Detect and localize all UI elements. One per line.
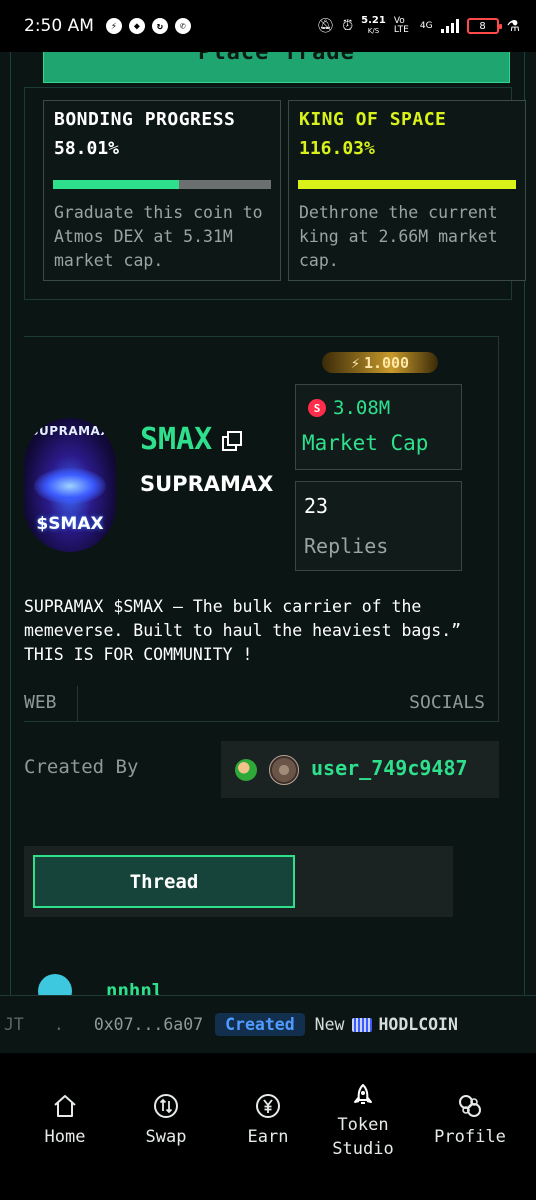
nav-profile[interactable]: Profile bbox=[420, 1093, 520, 1147]
token-image-car-glow bbox=[34, 468, 106, 504]
market-cap-label: Market Cap bbox=[302, 431, 429, 455]
market-cap-box: S 3.08M Market Cap bbox=[295, 384, 462, 470]
nav-studio-label-1: Token bbox=[337, 1115, 389, 1135]
ticker-coin-icon bbox=[352, 1017, 373, 1032]
alarm-icon: ⏰︎ bbox=[342, 18, 354, 34]
replies-count: 23 bbox=[304, 494, 329, 518]
replies-box: 23 Replies bbox=[295, 481, 462, 571]
token-name: SUPRAMAX bbox=[140, 472, 274, 496]
status-time: 2:50 AM bbox=[24, 16, 94, 36]
nav-earn[interactable]: Earn bbox=[218, 1093, 318, 1147]
bonding-percent: 58.01% bbox=[54, 138, 120, 159]
token-page: Place Trade BONDING PROGRESS 58.01% Grad… bbox=[0, 52, 536, 1000]
ticker-separator: . bbox=[53, 1015, 64, 1034]
nav-home-label: Home bbox=[44, 1127, 86, 1147]
battery-icon: 8 bbox=[466, 18, 502, 34]
king-progress-bar bbox=[298, 180, 516, 189]
activity-ticker: JT . 0x07...6a07 Created New HODLCOIN bbox=[0, 995, 536, 1053]
supra-coin-icon: S bbox=[308, 399, 326, 417]
app-cube-icon: ◆ bbox=[128, 18, 145, 34]
home-icon bbox=[54, 1095, 76, 1117]
token-image-title: SUPRAMAX bbox=[29, 424, 111, 438]
notification-icons: ⚡ ◆ ↻ ✆ bbox=[105, 18, 191, 34]
nav-swap[interactable]: Swap bbox=[116, 1093, 216, 1147]
nav-swap-label: Swap bbox=[145, 1127, 187, 1147]
nav-earn-label: Earn bbox=[247, 1127, 289, 1147]
lab-icon: ⚗ bbox=[506, 17, 520, 35]
creator-chip[interactable]: user_749c9487 bbox=[221, 741, 499, 798]
ticker-coin-name[interactable]: HODLCOIN bbox=[378, 1015, 457, 1034]
socials-link[interactable]: SOCIALS bbox=[409, 692, 485, 713]
ticker-fragment: JT bbox=[4, 1015, 24, 1034]
creator-rank-badge-icon bbox=[269, 755, 299, 785]
ticker-address[interactable]: 0x07...6a07 bbox=[94, 1015, 203, 1034]
network-speed: 5.21 K/S bbox=[361, 15, 386, 36]
replies-label: Replies bbox=[304, 534, 389, 558]
lightning-icon: ⚡ bbox=[350, 353, 360, 372]
king-title: KING OF SPACE bbox=[299, 109, 447, 130]
system-indicators: 🔕︎ ⏰︎ 5.21 K/S Vo LTE 4G 8 ⚗ bbox=[316, 16, 520, 36]
king-progress-fill bbox=[298, 180, 516, 189]
nav-home[interactable]: Home bbox=[15, 1093, 115, 1147]
sync-app-icon: ↻ bbox=[151, 18, 168, 34]
created-by-label: Created By bbox=[24, 756, 139, 778]
bonding-description: Graduate this coin to Atmos DEX at 5.31M… bbox=[54, 203, 263, 270]
links-divider bbox=[77, 686, 78, 722]
bottom-navigation: Home Swap Earn Token Studio Profile bbox=[0, 1053, 536, 1200]
messenger-icon: ⚡ bbox=[105, 18, 122, 34]
market-cap-value: 3.08M bbox=[333, 397, 391, 419]
boost-value: 1.000 bbox=[363, 353, 410, 372]
links-row: WEB SOCIALS bbox=[24, 686, 499, 722]
token-description: SUPRAMAX $SMAX – The bulk carrier of the… bbox=[24, 597, 462, 664]
nav-studio-label-2: Studio bbox=[332, 1139, 394, 1159]
earn-icon bbox=[256, 1094, 280, 1118]
creator-username[interactable]: user_749c9487 bbox=[311, 756, 468, 780]
ticker-created-badge: Created bbox=[215, 1013, 305, 1036]
profile-icon bbox=[459, 1095, 481, 1117]
status-bar: 2:50 AM ⚡ ◆ ↻ ✆ 🔕︎ ⏰︎ 5.21 K/S Vo LTE 4G … bbox=[0, 0, 536, 52]
rocket-icon bbox=[354, 1084, 372, 1104]
king-of-space-card: KING OF SPACE 116.03% Dethrone the curre… bbox=[288, 100, 526, 281]
nav-profile-label: Profile bbox=[434, 1127, 506, 1147]
swap-icon bbox=[154, 1094, 178, 1118]
links-divider-right bbox=[498, 686, 499, 722]
copy-icon[interactable] bbox=[222, 430, 243, 451]
frame-border-left bbox=[10, 52, 11, 1000]
token-ticker-row: SMAX bbox=[140, 422, 243, 457]
tab-bar: Thread bbox=[24, 846, 453, 917]
tab-thread[interactable]: Thread bbox=[33, 855, 295, 908]
king-description: Dethrone the current king at 2.66M marke… bbox=[299, 203, 498, 270]
nav-token-studio[interactable]: Token Studio bbox=[313, 1083, 413, 1161]
volte-label: Vo LTE bbox=[393, 16, 409, 35]
bonding-title: BONDING PROGRESS bbox=[54, 109, 236, 130]
viber-icon: ✆ bbox=[174, 18, 191, 34]
web-link[interactable]: WEB bbox=[24, 692, 57, 713]
king-percent: 116.03% bbox=[299, 138, 375, 159]
token-image: SUPRAMAX $SMAX bbox=[24, 418, 116, 552]
creator-avatar bbox=[235, 759, 257, 781]
boost-badge[interactable]: ⚡ 1.000 bbox=[322, 352, 438, 373]
ticker-new-label: New bbox=[314, 1015, 345, 1034]
place-trade-button[interactable]: Place Trade bbox=[43, 52, 510, 83]
bonding-progress-fill bbox=[53, 180, 180, 189]
signal-icon bbox=[440, 19, 459, 33]
token-ticker: SMAX bbox=[140, 422, 213, 457]
mute-icon: 🔕︎ bbox=[316, 18, 335, 34]
network-type: 4G bbox=[419, 21, 433, 31]
bonding-progress-bar bbox=[53, 180, 271, 189]
bonding-progress-card: BONDING PROGRESS 58.01% Graduate this co… bbox=[43, 100, 281, 281]
token-image-ticker: $SMAX bbox=[36, 514, 104, 534]
